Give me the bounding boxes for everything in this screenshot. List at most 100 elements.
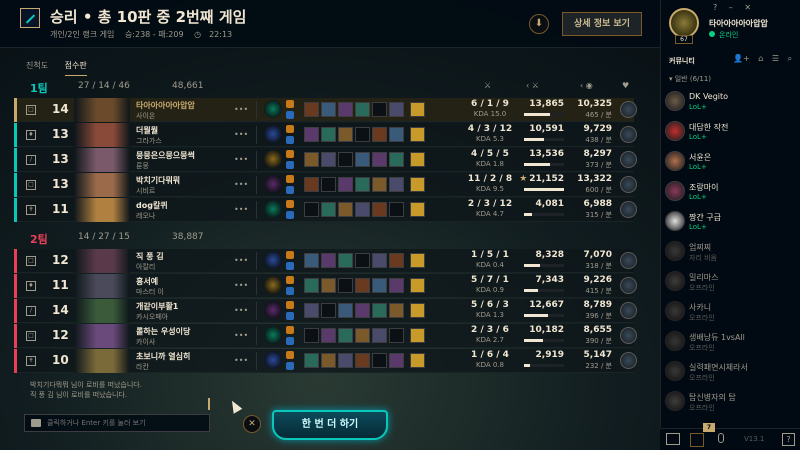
- item-slot: [304, 102, 319, 117]
- profile-name[interactable]: 타아아아아아압압: [709, 18, 768, 29]
- damage-column-icon[interactable]: ‹ ⚔: [526, 81, 539, 90]
- honor-icon[interactable]: [620, 327, 637, 344]
- friend-item[interactable]: 엄찌찌 자리 비움: [661, 238, 800, 268]
- download-icon[interactable]: ⬇: [529, 14, 549, 34]
- close-window-icon[interactable]: ✕: [744, 3, 751, 12]
- more-options-icon[interactable]: •••: [234, 155, 248, 165]
- honor-icon[interactable]: [620, 252, 637, 269]
- summoner-name[interactable]: 개같이부활1: [136, 301, 178, 312]
- help-icon[interactable]: ?: [713, 3, 717, 12]
- chat-input-box[interactable]: [24, 414, 210, 432]
- add-folder-icon[interactable]: ⌂: [758, 54, 763, 63]
- friend-item[interactable]: 짱간 구급 LoL+: [661, 208, 800, 238]
- friend-item[interactable]: 대답한 작전 LoL+: [661, 118, 800, 148]
- divider: [256, 101, 257, 119]
- player-row[interactable]: ∕ 13 뭉뭉은으뭉으뭉썩 룬뭉 ••• 4 / 5 / 5 KDA 1.8 13,536 8,…: [14, 148, 637, 172]
- more-options-icon[interactable]: •••: [234, 105, 248, 115]
- champion-portrait[interactable]: [74, 349, 130, 373]
- honor-icon[interactable]: [620, 176, 637, 193]
- profile-status[interactable]: 온라인: [719, 30, 738, 40]
- summoner-name[interactable]: 흉서예: [136, 276, 158, 287]
- champion-portrait[interactable]: [74, 148, 130, 172]
- divider: [256, 277, 257, 295]
- mission-icon[interactable]: [690, 433, 704, 447]
- tab-scoreboard[interactable]: 점수판: [64, 60, 87, 76]
- help-button[interactable]: ?: [782, 433, 795, 446]
- damage-number: 13,536: [529, 149, 564, 159]
- friend-item[interactable]: 탑신병자의 탑 오프라인: [661, 388, 800, 418]
- summoner-spell-icon: [286, 175, 294, 183]
- summoner-name[interactable]: 롤하는 우성이당: [136, 326, 190, 337]
- honor-icon[interactable]: [620, 126, 637, 143]
- search-icon[interactable]: ⌕: [788, 54, 792, 63]
- honor-icon[interactable]: [620, 101, 637, 118]
- more-options-icon[interactable]: •••: [234, 130, 248, 140]
- player-row[interactable]: ✝ 10 초보니까 열심히 라칸 ••• 1 / 6 / 4 KDA 0.8 2,919 5,1…: [14, 349, 637, 373]
- friend-item[interactable]: 실력패면시체라서 오프라인: [661, 358, 800, 388]
- honor-icon[interactable]: [620, 302, 637, 319]
- player-kda: 4 / 5 / 5: [471, 149, 509, 159]
- champion-portrait[interactable]: [74, 249, 130, 273]
- champion-portrait[interactable]: [74, 98, 130, 122]
- more-options-icon[interactable]: •••: [234, 180, 248, 190]
- close-button[interactable]: ✕: [243, 415, 261, 433]
- summoner-name[interactable]: 타아아아아아압압: [136, 100, 195, 111]
- player-row[interactable]: ♦ 13 더뭘뭘 그라가스 ••• 4 / 3 / 12 KDA 5.3 10,591 9,72…: [14, 123, 637, 147]
- profile-avatar[interactable]: [669, 8, 699, 38]
- more-options-icon[interactable]: •••: [234, 281, 248, 291]
- detail-button[interactable]: 상세 정보 보기: [562, 12, 642, 36]
- friend-item[interactable]: 밀리마스 오프라인: [661, 268, 800, 298]
- damage-bar: [524, 163, 564, 166]
- honor-icon[interactable]: [620, 201, 637, 218]
- player-row[interactable]: □ 14 타아아아아아압압 사이온 ••• 6 / 1 / 9 KDA 15.0 13,865…: [14, 98, 637, 122]
- more-options-icon[interactable]: •••: [234, 306, 248, 316]
- list-icon[interactable]: ☰: [772, 54, 779, 63]
- minimize-icon[interactable]: –: [729, 3, 733, 12]
- keystone-rune-icon: [264, 251, 282, 269]
- champion-portrait[interactable]: [74, 299, 130, 323]
- team-gold: 38,887: [172, 232, 204, 242]
- summoner-name[interactable]: 초보니까 열심히: [136, 351, 190, 362]
- champion-portrait[interactable]: [74, 123, 130, 147]
- player-row[interactable]: ✝ 11 dog칼퀴 레오나 ••• 2 / 3 / 12 KDA 4.7 4,081 6,98…: [14, 198, 637, 222]
- champion-level: 11: [52, 202, 69, 216]
- summoner-name[interactable]: dog칼퀴: [136, 200, 168, 211]
- summoner-name[interactable]: 박치기다뭐뭐: [136, 175, 180, 186]
- add-friend-icon[interactable]: 👤+: [733, 54, 750, 63]
- chat-input[interactable]: [47, 415, 207, 431]
- more-options-icon[interactable]: •••: [234, 356, 248, 366]
- friend-item[interactable]: 조랑마이 LoL+: [661, 178, 800, 208]
- honor-icon[interactable]: [620, 352, 637, 369]
- play-again-button[interactable]: 한 번 더 하기: [272, 410, 388, 440]
- honor-icon[interactable]: [620, 277, 637, 294]
- summoner-spell-icon: [286, 161, 294, 169]
- more-options-icon[interactable]: •••: [234, 205, 248, 215]
- tab-progress[interactable]: 진척도: [26, 60, 48, 75]
- champion-portrait[interactable]: [74, 198, 130, 222]
- champion-portrait[interactable]: [74, 173, 130, 197]
- friend-group-header[interactable]: ▾ 일반 (6/11): [669, 74, 711, 84]
- friend-item[interactable]: DK Vegito LoL+: [661, 88, 800, 118]
- friend-item[interactable]: 사카니 오프라인: [661, 298, 800, 328]
- more-options-icon[interactable]: •••: [234, 256, 248, 266]
- community-label: 커뮤니티: [669, 57, 695, 65]
- gold-column-icon[interactable]: ‹ ◉: [580, 81, 593, 90]
- item-slot: [338, 202, 353, 217]
- friend-item[interactable]: 생배낭듀 1vsAll 오프라인: [661, 328, 800, 358]
- player-row[interactable]: ∕ 14 개같이부활1 카시오페아 ••• 5 / 6 / 3 KDA 1.3 12,667 8…: [14, 299, 637, 323]
- friend-item[interactable]: 서윤은 LoL+: [661, 148, 800, 178]
- player-row[interactable]: □ 13 박치기다뭐뭐 시비르 ••• 11 / 2 / 8 KDA 9.5 ★ 21,152 1…: [14, 173, 637, 197]
- chat-icon[interactable]: [666, 433, 680, 445]
- kda-ratio: KDA 1.3: [475, 311, 504, 319]
- honor-icon[interactable]: [620, 151, 637, 168]
- champion-portrait[interactable]: [74, 274, 130, 298]
- microphone-icon[interactable]: [718, 433, 724, 443]
- player-row[interactable]: □ 12 직 풍 김 아칼리 ••• 1 / 5 / 1 KDA 0.4 8,328 7,070…: [14, 249, 637, 273]
- summoner-name[interactable]: 더뭘뭘: [136, 125, 158, 136]
- player-row[interactable]: ♦ 11 흉서예 마스터 이 ••• 5 / 7 / 1 KDA 0.9 7,343 9,226…: [14, 274, 637, 298]
- summoner-name[interactable]: 뭉뭉은으뭉으뭉썩: [136, 150, 195, 161]
- summoner-name[interactable]: 직 풍 김: [136, 251, 164, 262]
- player-row[interactable]: □ 12 롤하는 우성이당 카이사 ••• 2 / 3 / 6 KDA 2.7 10,182 8…: [14, 324, 637, 348]
- more-options-icon[interactable]: •••: [234, 331, 248, 341]
- champion-portrait[interactable]: [74, 324, 130, 348]
